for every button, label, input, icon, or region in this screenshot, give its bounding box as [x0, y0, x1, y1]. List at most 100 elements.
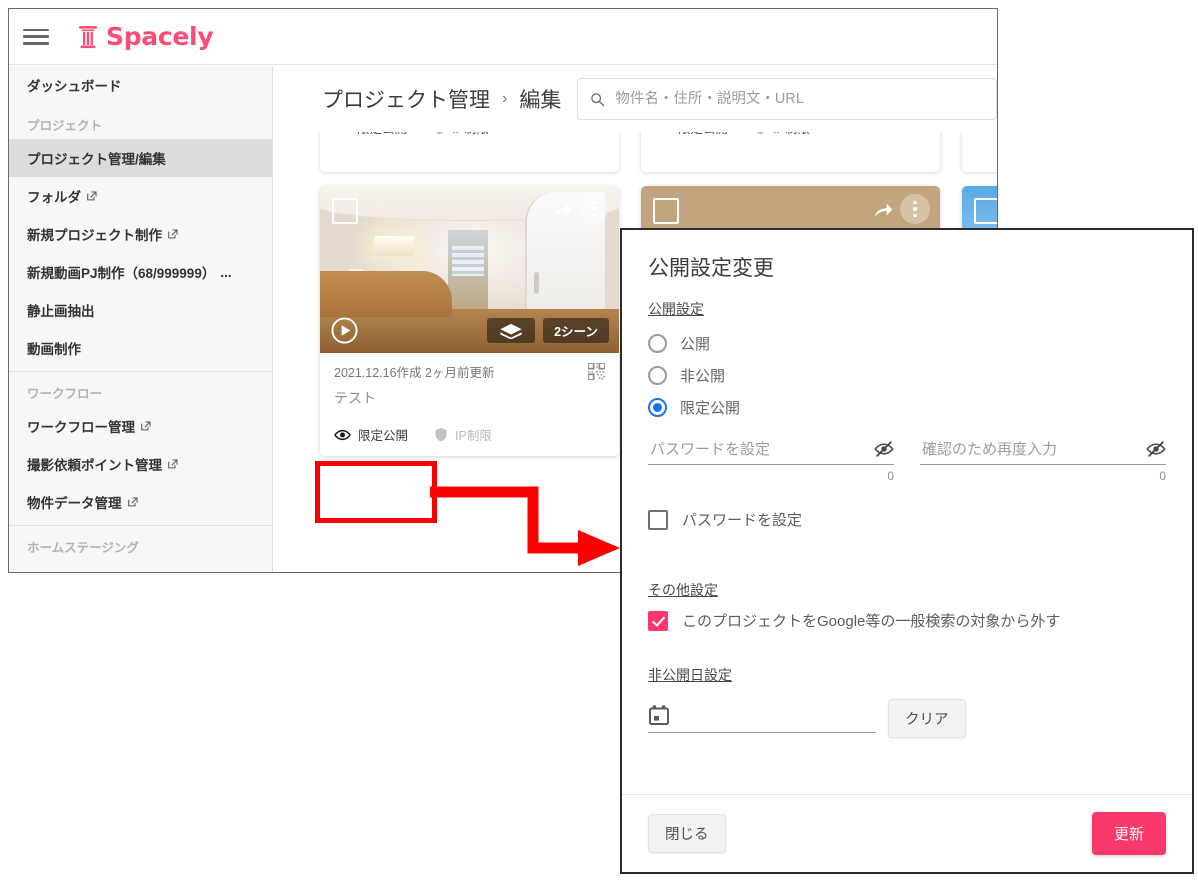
modal-title: 公開設定変更 — [648, 257, 774, 280]
external-link-icon — [168, 229, 178, 239]
sidebar-item-new-video-project[interactable]: 新規動画PJ制作（68/999999） ... — [9, 253, 272, 291]
radio-label: 非公開 — [680, 367, 726, 385]
section-label-visibility: 公開設定 — [648, 301, 704, 317]
scene-count-badge[interactable]: 2シーン — [543, 318, 609, 343]
sidebar-item-dashboard[interactable]: ダッシュボード — [9, 66, 272, 104]
sidebar-heading-project: プロジェクト — [27, 119, 103, 133]
hamburger-icon[interactable] — [23, 27, 49, 47]
kebab-menu-icon[interactable] — [579, 194, 609, 224]
status-ip-restriction: IP制限 — [434, 425, 492, 444]
top-bar: Spacely — [9, 9, 997, 65]
checkbox-exclude-search[interactable]: このプロジェクトをGoogle等の一般検索の対象から外す — [648, 610, 1166, 631]
search-icon — [591, 92, 605, 106]
password-confirm-input[interactable] — [920, 440, 1146, 459]
search-box[interactable] — [577, 78, 997, 120]
sidebar: ダッシュボード プロジェクト プロジェクト管理/編集 フォルダ 新規プロジェクト… — [9, 66, 273, 572]
sidebar-item-label: プロジェクト管理/編集 — [27, 152, 166, 167]
breadcrumb-item-edit[interactable]: 編集 — [519, 84, 561, 114]
clear-button[interactable]: クリア — [888, 699, 966, 738]
eye-off-icon[interactable] — [1146, 439, 1166, 459]
sidebar-heading-workflow: ワークフロー — [27, 387, 103, 401]
sidebar-item-label: ダッシュボード — [27, 79, 122, 94]
card-select-checkbox[interactable] — [653, 198, 679, 224]
unpublish-date-section: 非公開日設定 クリア — [648, 665, 1166, 738]
brand-logo[interactable]: Spacely — [77, 22, 214, 51]
update-button[interactable]: 更新 — [1091, 812, 1166, 855]
checkbox-label: このプロジェクトをGoogle等の一般検索の対象から外す — [682, 613, 1061, 630]
sidebar-item-property-data-manage[interactable]: 物件データ管理 — [9, 483, 272, 521]
sidebar-item-project-manage[interactable]: プロジェクト管理/編集 — [9, 139, 272, 177]
sidebar-item-label: 静止画抽出 — [27, 304, 95, 319]
radio-label: 公開 — [680, 335, 711, 353]
status-label: 限定公開 — [358, 429, 409, 443]
brand-name: Spacely — [106, 22, 214, 51]
annotation-highlight-box — [315, 461, 437, 523]
password-char-count: 0 — [887, 469, 894, 483]
password-field: 0 — [648, 439, 894, 483]
modal-body: 公開設定変更 公開設定 公開 非公開 限定公開 パスワードを設定 0 確認のため… — [622, 230, 1192, 794]
eye-icon — [334, 429, 351, 440]
calendar-icon[interactable] — [648, 704, 670, 726]
password-enable-row: パスワードを設定 — [648, 509, 1166, 530]
sidebar-item-workflow-manage[interactable]: ワークフロー管理 — [9, 407, 272, 445]
publish-settings-modal: 公開設定変更 公開設定 公開 非公開 限定公開 パスワードを設定 0 確認のため… — [620, 228, 1194, 874]
sidebar-item-shooting-point-manage[interactable]: 撮影依頼ポイント管理 — [9, 445, 272, 483]
checkbox-set-password[interactable]: パスワードを設定 — [648, 509, 1166, 530]
date-field[interactable] — [648, 704, 883, 733]
sidebar-heading-home-staging: ホームステージング — [27, 541, 139, 555]
radio-icon[interactable] — [648, 365, 667, 385]
breadcrumb-separator-icon: › — [502, 90, 508, 107]
radio-icon[interactable] — [648, 333, 667, 353]
date-input[interactable] — [680, 707, 883, 726]
radio-option-private[interactable]: 非公開 — [648, 359, 1166, 391]
section-label-other: その他設定 — [648, 582, 718, 598]
sidebar-item-folder[interactable]: フォルダ — [9, 177, 272, 215]
checkbox-label: パスワードを設定 — [682, 512, 803, 529]
password-row: 0 0 — [648, 439, 1166, 483]
card-body: 2021.12.16作成 2ヶ月前更新 テスト 限定公開 IP制限 — [320, 353, 619, 456]
shield-icon — [435, 428, 447, 442]
radio-option-public[interactable]: 公開 — [648, 327, 1166, 359]
sidebar-item-label: ワークフロー管理 — [27, 420, 135, 435]
radio-icon-selected[interactable] — [648, 397, 667, 417]
qr-code-icon[interactable] — [588, 363, 605, 380]
card-title: テスト — [334, 390, 376, 406]
external-link-icon — [168, 459, 178, 469]
play-icon[interactable] — [331, 317, 358, 344]
modal-footer: 閉じる 更新 — [622, 794, 1192, 872]
sidebar-item-video-production[interactable]: 動画制作 — [9, 329, 272, 367]
checkbox-icon[interactable] — [648, 509, 668, 530]
sidebar-item-label: 新規動画PJ制作（68/999999） — [27, 266, 216, 281]
password-confirm-field: 0 — [920, 439, 1166, 483]
share-icon[interactable] — [872, 199, 894, 221]
radio-option-limited[interactable]: 限定公開 — [648, 391, 1166, 423]
kebab-menu-icon[interactable] — [900, 194, 930, 224]
vr-mode-button[interactable] — [487, 318, 535, 343]
pillar-icon — [79, 25, 97, 48]
sidebar-item-label: 動画制作 — [27, 342, 81, 357]
sidebar-item-label: 撮影依頼ポイント管理 — [27, 458, 162, 473]
share-icon[interactable] — [551, 199, 573, 221]
breadcrumb-item-project-manage[interactable]: プロジェクト管理 — [322, 84, 490, 114]
other-settings-section: その他設定 このプロジェクトをGoogle等の一般検索の対象から外す — [648, 580, 1166, 631]
search-input[interactable] — [613, 90, 984, 108]
sidebar-item-new-project[interactable]: 新規プロジェクト制作 — [9, 215, 272, 253]
external-link-icon — [141, 421, 151, 431]
eye-off-icon[interactable] — [874, 439, 894, 459]
radio-label: 限定公開 — [680, 399, 741, 417]
checkbox-icon-checked[interactable] — [648, 610, 668, 631]
project-card[interactable]: 2シーン 2021.12.16作成 2ヶ月前更新 テスト 限定公開 IP制限 — [320, 186, 619, 456]
sidebar-item-still-extract[interactable]: 静止画抽出 — [9, 291, 272, 329]
sidebar-item-suffix: ... — [220, 264, 232, 280]
password-input[interactable] — [648, 440, 874, 459]
card-status: 限定公開 IP制限 — [334, 425, 605, 444]
card-select-checkbox[interactable] — [974, 198, 997, 224]
external-link-icon — [127, 497, 138, 507]
sidebar-item-label: 新規プロジェクト制作 — [27, 228, 162, 243]
vr-goggles-icon — [500, 323, 522, 339]
breadcrumb: プロジェクト管理 › 編集 — [322, 84, 561, 114]
sidebar-item-label: フォルダ — [27, 190, 81, 205]
card-select-checkbox[interactable] — [332, 198, 358, 224]
card-thumbnail[interactable]: 2シーン — [320, 186, 619, 353]
close-button[interactable]: 閉じる — [648, 814, 726, 853]
